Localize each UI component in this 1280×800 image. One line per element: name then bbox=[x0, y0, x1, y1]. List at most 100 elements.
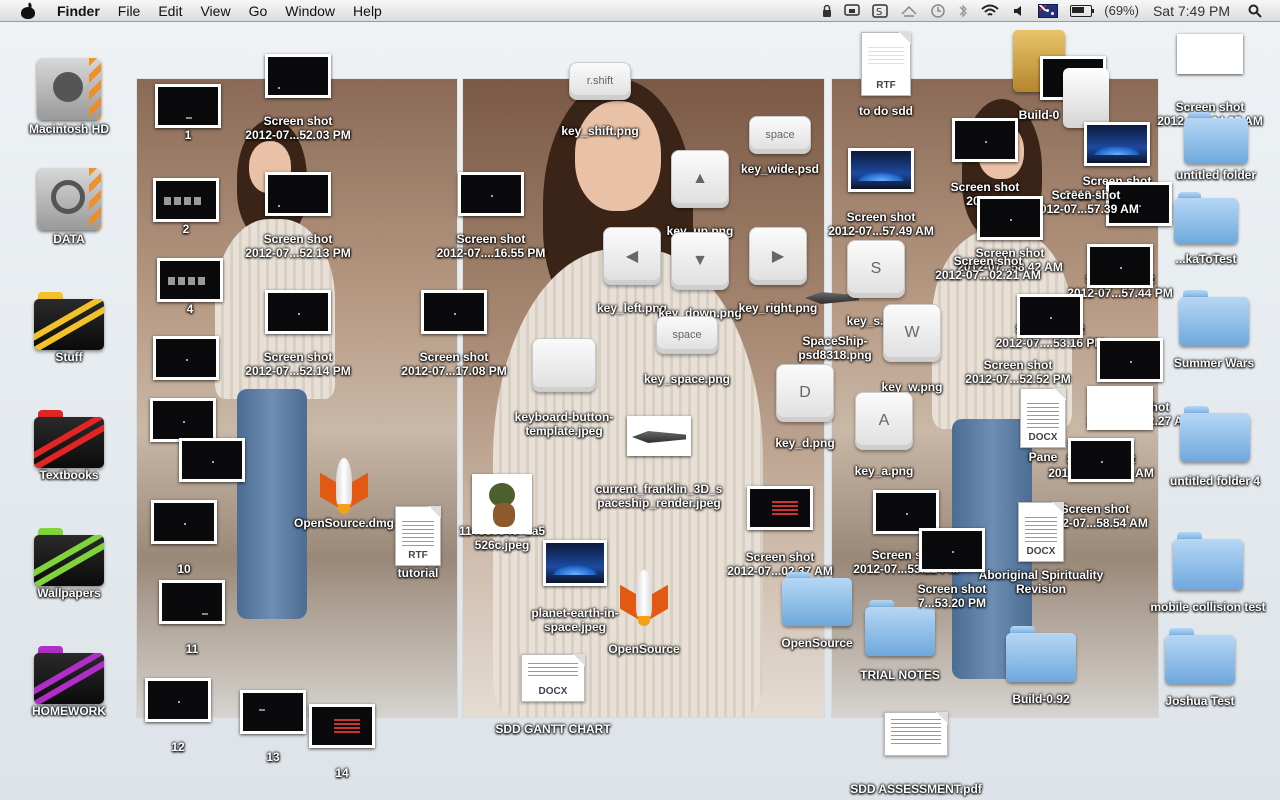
file-2[interactable]: 2 bbox=[146, 178, 226, 236]
battery-percent[interactable]: (69%) bbox=[1104, 3, 1139, 18]
folder-icon bbox=[1174, 192, 1238, 244]
data-drive[interactable]: DATA bbox=[24, 168, 114, 246]
file-unlabeled-b[interactable] bbox=[143, 398, 223, 442]
screenshot-file[interactable] bbox=[1090, 338, 1170, 382]
apple-menu-icon[interactable] bbox=[20, 3, 36, 19]
key-up-file[interactable]: ▲ key_up.png bbox=[650, 150, 750, 238]
file-4[interactable]: 4 bbox=[150, 258, 230, 316]
file-label: key_d.png bbox=[775, 436, 835, 450]
folder-label: ...kaToTest bbox=[1175, 252, 1237, 266]
screenshot-file[interactable]: Screen shot 2012-07...52.52 PM bbox=[948, 358, 1088, 386]
file-12[interactable]: 12 bbox=[138, 678, 218, 754]
menu-window[interactable]: Window bbox=[276, 3, 344, 19]
disk-image-icon bbox=[1059, 68, 1111, 130]
folder-stuff[interactable]: Stuff bbox=[24, 292, 114, 364]
folder-homework[interactable]: HOMEWORK bbox=[24, 646, 114, 718]
file-label: Screen shot 2012-07...52.14 PM bbox=[245, 350, 351, 378]
folder-trial-notes[interactable]: TRIAL NOTES bbox=[852, 600, 948, 682]
folder-textbooks[interactable]: Textbooks bbox=[24, 410, 114, 482]
screenshot-file[interactable]: Screen shot 2012-07....16.55 PM bbox=[421, 172, 561, 260]
key-shift-file[interactable]: r.shift key_shift.png bbox=[550, 62, 650, 138]
lock-icon[interactable] bbox=[822, 4, 832, 18]
wifi-icon[interactable] bbox=[980, 4, 1000, 18]
desktop[interactable]: Macintosh HD DATA Stuff Textbooks Wallpa… bbox=[0, 22, 1280, 800]
file-label: key_shift.png bbox=[561, 124, 639, 138]
folder-icon bbox=[34, 410, 104, 468]
file-13[interactable]: 13 bbox=[233, 690, 313, 764]
battery-icon[interactable] bbox=[1070, 4, 1095, 17]
screenshot-file[interactable]: Screen shot 2012-07...52.03 PM bbox=[228, 54, 368, 142]
sdd-assessment-pdf[interactable]: SDD ASSESSMENT.pdf bbox=[846, 712, 986, 796]
folder-joshua-test[interactable]: Joshua Test bbox=[1150, 628, 1250, 708]
folder-label: Stuff bbox=[55, 350, 83, 364]
menu-help[interactable]: Help bbox=[344, 3, 391, 19]
key-shift-icon: r.shift bbox=[569, 62, 631, 100]
macintosh-hd-drive[interactable]: Macintosh HD bbox=[24, 58, 114, 136]
folder-build-092[interactable]: Build-0.92 bbox=[998, 626, 1084, 706]
sdd-gantt-file[interactable]: DOCX SDD GANTT CHART bbox=[488, 654, 618, 736]
folder-untitled-4[interactable]: untitled folder 4 bbox=[1158, 406, 1272, 488]
to-do-sdd-file[interactable]: RTF to do sdd bbox=[844, 32, 928, 118]
file-label: tutorial bbox=[397, 566, 439, 580]
bluetooth-icon[interactable] bbox=[958, 3, 968, 19]
screenshot-file[interactable]: Screen shot 2012-07...52.14 PM bbox=[228, 290, 368, 378]
time-machine-icon[interactable] bbox=[930, 3, 946, 19]
key-a-icon: A bbox=[855, 392, 913, 450]
hard-drive-icon bbox=[33, 58, 105, 122]
menu-file[interactable]: File bbox=[109, 3, 150, 19]
menu-view[interactable]: View bbox=[191, 3, 239, 19]
screenshot-file[interactable]: Screen shot 2012-07...21.39 AM bbox=[1026, 438, 1176, 482]
volume-icon[interactable] bbox=[1012, 4, 1026, 18]
file-label: current_franklin_3D_s paceship_render.jp… bbox=[595, 482, 723, 510]
file-label: OpenSource bbox=[608, 642, 680, 656]
spotlight-icon[interactable] bbox=[1248, 4, 1262, 18]
opensource-app[interactable]: OpenSource bbox=[594, 566, 694, 656]
screenshot-file[interactable]: Screen shot 2012-07...52.13 PM bbox=[228, 172, 368, 260]
screenshot-file[interactable]: Screen shot 2012-07...02.21 AM bbox=[918, 254, 1058, 282]
file-label: Screen shot 2012-07...57.49 AM bbox=[828, 210, 934, 238]
screen-icon[interactable] bbox=[844, 3, 861, 18]
file-11[interactable]: 11 bbox=[152, 580, 232, 656]
screenshot-thumbnail bbox=[747, 486, 813, 530]
folder-label: untitled folder bbox=[1176, 168, 1256, 182]
clock[interactable]: Sat 7:49 PM bbox=[1153, 3, 1230, 19]
menu-app-finder[interactable]: Finder bbox=[48, 3, 109, 19]
folder-katotest[interactable]: ...kaToTest bbox=[1150, 192, 1262, 266]
screenshot-thumbnail bbox=[155, 84, 221, 128]
screenshot-thumbnail bbox=[977, 196, 1043, 240]
screenshot-thumbnail bbox=[157, 258, 223, 302]
file-unlabeled-a[interactable] bbox=[146, 336, 226, 380]
file-10[interactable]: 10 bbox=[144, 500, 224, 576]
key-space-file[interactable]: space key_space.png bbox=[637, 316, 737, 386]
file-unlabeled-c[interactable] bbox=[172, 438, 252, 482]
screenshot-thumbnail bbox=[265, 290, 331, 334]
folder-summer-wars[interactable]: Summer Wars bbox=[1164, 290, 1264, 370]
menu-edit[interactable]: Edit bbox=[149, 3, 191, 19]
screenshot-thumbnail bbox=[1017, 294, 1083, 338]
folder-icon bbox=[1179, 290, 1249, 346]
s-icon[interactable]: S bbox=[872, 3, 889, 18]
menu-go[interactable]: Go bbox=[240, 3, 277, 19]
firewire-drive-icon bbox=[33, 168, 105, 232]
folder-mobile-collision[interactable]: mobile collision test bbox=[1140, 532, 1276, 614]
key-w-icon: W bbox=[883, 304, 941, 362]
folder-wallpapers[interactable]: Wallpapers bbox=[24, 528, 114, 600]
folder-opensource[interactable]: OpenSource bbox=[774, 572, 860, 650]
folder-label: OpenSource bbox=[781, 636, 853, 650]
status-tray: S (69%) Sat 7:49 PM bbox=[816, 0, 1280, 22]
arrow-right-icon: ▶ bbox=[749, 227, 807, 285]
key-w-file[interactable]: W key_w.png bbox=[862, 304, 962, 394]
screenshot-file[interactable]: Screen shot 2012-07...02.37 AM bbox=[712, 486, 848, 578]
disk-image[interactable] bbox=[1050, 68, 1120, 130]
screenshot-file[interactable]: Screen shot 7...53.20 PM bbox=[900, 528, 1004, 610]
folder-untitled[interactable]: untitled folder bbox=[1166, 112, 1266, 182]
file-14[interactable]: 14 bbox=[302, 704, 382, 780]
folder-label: Wallpapers bbox=[37, 586, 101, 600]
sync-icon[interactable] bbox=[900, 4, 918, 18]
key-a-file[interactable]: A key_a.png bbox=[834, 392, 934, 478]
file-1[interactable]: 1 bbox=[148, 84, 228, 142]
file-label: Screen shot 2012-07...17.08 PM bbox=[401, 350, 507, 378]
flag-icon[interactable] bbox=[1038, 3, 1059, 18]
screenshot-thumbnail bbox=[240, 690, 306, 734]
screenshot-thumbnail bbox=[421, 290, 487, 334]
